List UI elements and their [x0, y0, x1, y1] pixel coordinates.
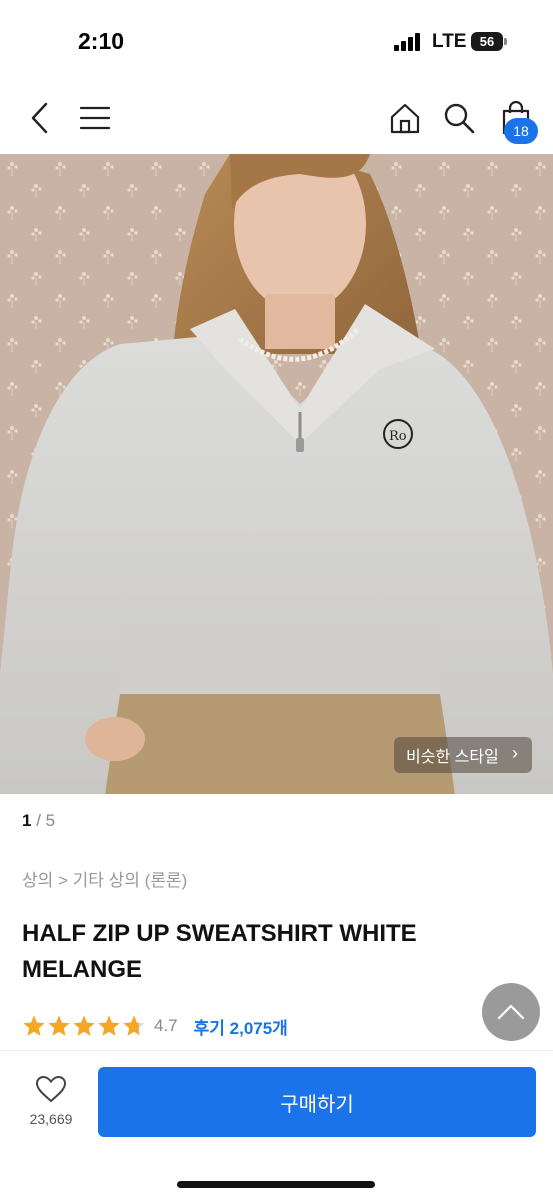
buy-button[interactable]: 구매하기 [98, 1067, 536, 1137]
similar-style-label: 비슷한 스타일 [406, 749, 499, 766]
hamburger-menu-icon [80, 106, 110, 130]
rating-row: 4.7 후기 2,075개 [22, 1012, 288, 1040]
rating-value: 4.7 [154, 1016, 178, 1035]
pager-total: 5 [45, 811, 56, 830]
star-icon [23, 1015, 45, 1036]
similar-style-button[interactable]: 비슷한 스타일 › [394, 737, 532, 773]
star-icon [123, 1015, 145, 1036]
svg-text:Ro: Ro [389, 429, 407, 444]
heart-icon [35, 1075, 67, 1103]
bottom-action-bar: 23,669 구매하기 [0, 1050, 553, 1200]
scroll-to-top-button[interactable] [482, 983, 540, 1041]
like-button[interactable]: 23,669 [18, 1075, 84, 1135]
product-image[interactable]: Ro [0, 154, 553, 794]
status-time: 2:10 [78, 28, 125, 54]
nav-bar [0, 82, 553, 154]
home-button[interactable] [384, 82, 426, 154]
pager-separator: / [31, 811, 46, 830]
battery-icon: 56 [471, 32, 507, 51]
star-icon [73, 1015, 95, 1036]
image-pager: 1 / 5 [22, 811, 55, 831]
category-breadcrumb[interactable]: 상의 > 기타 상의 (론론) [22, 866, 187, 891]
back-button[interactable] [22, 82, 58, 154]
star-rating [22, 1014, 146, 1038]
home-icon [390, 103, 420, 134]
review-count-link[interactable]: 후기 2,075개 [194, 1014, 288, 1039]
menu-button[interactable] [74, 82, 116, 154]
home-indicator [177, 1181, 375, 1188]
cart-count-badge: 18 [504, 118, 538, 144]
chevron-right-icon: › [512, 743, 518, 763]
search-button[interactable] [438, 82, 480, 154]
battery-level: 56 [471, 32, 503, 51]
like-count: 23,669 [29, 1111, 73, 1127]
signal-icon [394, 33, 420, 51]
star-icon [98, 1015, 120, 1036]
star-icon [48, 1015, 70, 1036]
search-icon [444, 103, 475, 134]
back-icon [31, 102, 48, 134]
chevron-up-icon [497, 1004, 525, 1020]
status-bar: 2:10 LTE 56 [0, 0, 553, 82]
network-type: LTE [432, 31, 467, 52]
product-photo: Ro [0, 154, 553, 794]
product-title: HALF ZIP UP SWEATSHIRT WHITE MELANGE [22, 920, 417, 983]
